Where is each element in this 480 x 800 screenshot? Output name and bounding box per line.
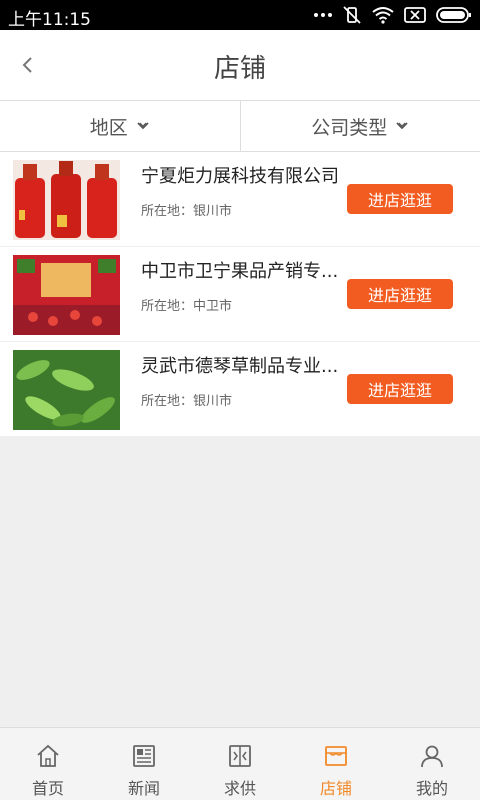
tab-store-label: 店铺 bbox=[319, 779, 352, 798]
shop-row[interactable]: 宁夏炬力展科技有限公司 所在地：银川市 进店逛逛 bbox=[0, 152, 480, 247]
page-title: 店铺 bbox=[213, 54, 266, 84]
bottom-tab-bar: 首页 新闻 求供 店铺 我的 bbox=[0, 727, 480, 800]
tab-profile-label: 我的 bbox=[415, 779, 448, 798]
tab-supply[interactable]: 求供 bbox=[192, 728, 288, 800]
visit-shop-button[interactable]: 进店逛逛 bbox=[347, 279, 453, 309]
user-icon bbox=[421, 745, 443, 768]
tab-profile[interactable]: 我的 bbox=[384, 728, 480, 800]
filter-bar: 地区 公司类型 bbox=[0, 100, 480, 152]
region-filter[interactable]: 地区 bbox=[0, 101, 240, 151]
status-time: 上午11:15 bbox=[8, 10, 91, 30]
company-type-filter-label: 公司类型 bbox=[311, 116, 388, 139]
visit-shop-button[interactable]: 进店逛逛 bbox=[347, 374, 453, 404]
region-filter-label: 地区 bbox=[89, 116, 128, 139]
header: 店铺 bbox=[0, 30, 480, 100]
status-bar: 上午11:15 bbox=[0, 0, 480, 30]
tab-home[interactable]: 首页 bbox=[0, 728, 96, 800]
shop-location: 所在地：银川市 bbox=[141, 394, 233, 409]
shop-name: 中卫市卫宁果品产销专... bbox=[141, 261, 339, 282]
supply-icon bbox=[229, 745, 251, 767]
tab-store[interactable]: 店铺 bbox=[288, 728, 384, 800]
shop-thumbnail bbox=[13, 350, 120, 430]
tab-supply-label: 求供 bbox=[223, 779, 256, 798]
shop-thumbnail bbox=[13, 255, 120, 335]
chevron-down-icon bbox=[137, 122, 149, 130]
shop-thumbnail bbox=[13, 160, 120, 240]
shop-name: 宁夏炬力展科技有限公司 bbox=[141, 166, 339, 187]
no-sim-icon bbox=[404, 7, 426, 23]
visit-shop-button[interactable]: 进店逛逛 bbox=[347, 184, 453, 214]
shop-list: 宁夏炬力展科技有限公司 所在地：银川市 进店逛逛 中卫市卫宁果品产销专... 所… bbox=[0, 152, 480, 437]
wifi-icon bbox=[372, 7, 394, 24]
chevron-down-icon bbox=[396, 122, 408, 130]
tab-news-label: 新闻 bbox=[127, 779, 160, 798]
tab-news[interactable]: 新闻 bbox=[96, 728, 192, 800]
shop-row[interactable]: 中卫市卫宁果品产销专... 所在地：中卫市 进店逛逛 bbox=[0, 247, 480, 342]
news-icon bbox=[133, 745, 155, 767]
shop-row[interactable]: 灵武市德琴草制品专业... 所在地：银川市 进店逛逛 bbox=[0, 342, 480, 437]
home-icon bbox=[37, 744, 59, 767]
shop-name: 灵武市德琴草制品专业... bbox=[141, 356, 339, 377]
more-dots-icon bbox=[314, 13, 332, 17]
vibrate-mute-icon bbox=[343, 6, 361, 24]
shop-location: 所在地：银川市 bbox=[141, 204, 233, 219]
company-type-filter[interactable]: 公司类型 bbox=[239, 101, 480, 151]
tab-home-label: 首页 bbox=[31, 779, 64, 798]
battery-icon bbox=[436, 7, 471, 23]
store-icon bbox=[325, 746, 347, 766]
shop-location: 所在地：中卫市 bbox=[141, 299, 233, 314]
